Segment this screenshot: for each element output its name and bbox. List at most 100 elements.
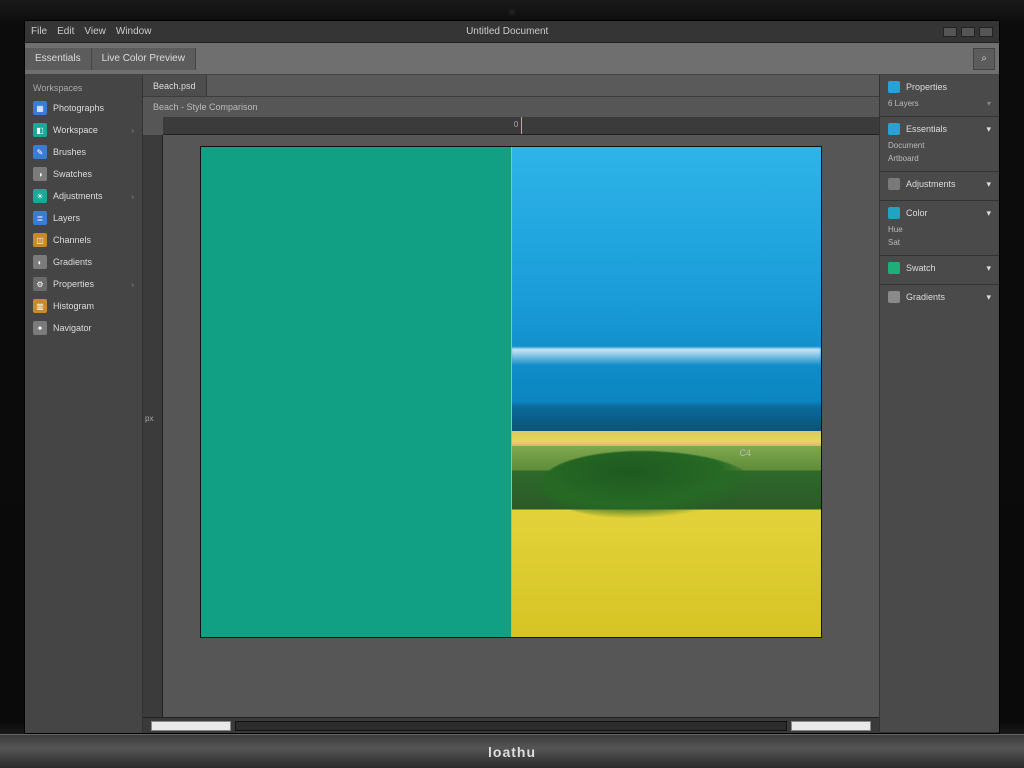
document-tabs: Beach.psd: [143, 75, 879, 97]
compare-pane-left[interactable]: [201, 147, 511, 637]
chevron-down-icon[interactable]: ▾: [986, 124, 991, 135]
panel-title-label: Adjustments: [906, 179, 956, 189]
horizontal-scrollbar[interactable]: [143, 717, 879, 733]
chevron-right-icon: ›: [131, 280, 134, 289]
panel-essentials[interactable]: Essentials ▾ Document Artboard: [880, 117, 999, 172]
swatch-icon: ◑: [33, 167, 47, 181]
search-icon[interactable]: ⌕: [973, 48, 995, 70]
window-controls: [943, 27, 993, 37]
ruler-tick-center: 0: [514, 120, 518, 129]
adjust-icon: [888, 178, 900, 190]
gradient-icon: [888, 291, 900, 303]
sidebar-item-swatches[interactable]: ◑ Swatches: [25, 163, 142, 185]
panel-row[interactable]: Document: [888, 139, 991, 152]
properties-icon: [888, 81, 900, 93]
sidebar-item-label: Workspace: [53, 125, 98, 135]
sidebar-item-label: Photographs: [53, 103, 104, 113]
color-icon: [888, 207, 900, 219]
properties-icon: ⚙: [33, 277, 47, 291]
sidebar-item-label: Properties: [53, 279, 94, 289]
sidebar-item-navigator[interactable]: ✦Navigator: [25, 317, 142, 339]
app-window: File Edit View Window Untitled Document …: [24, 20, 1000, 734]
swatch-icon: [888, 262, 900, 274]
scroll-track[interactable]: [235, 721, 787, 731]
sidebar-item-photographs[interactable]: ▦ Photographs: [25, 97, 142, 119]
brush-icon: ✎: [33, 145, 47, 159]
sidebar-item-layers[interactable]: ≣Layers: [25, 207, 142, 229]
guide-label: C4: [739, 448, 751, 458]
panel-row[interactable]: Hue: [888, 223, 991, 236]
window-title: Untitled Document: [85, 26, 929, 37]
chevron-down-icon[interactable]: ▾: [986, 179, 991, 190]
sidebar-item-histogram[interactable]: ▥ Histogram: [25, 295, 142, 317]
panel-color[interactable]: Color ▾ Hue Sat: [880, 201, 999, 256]
sidebar-item-gradients[interactable]: ◐ Gradients: [25, 251, 142, 273]
menu-edit[interactable]: Edit: [57, 26, 74, 37]
workspace-tab-preview[interactable]: Live Color Preview: [92, 48, 196, 70]
left-sidebar: Workspaces ▦Photographs ◧Workspace› ✎Bru…: [25, 75, 143, 733]
ruler-unit-label: px: [145, 414, 153, 423]
toolbar: Essentials Live Color Preview ⌕: [25, 43, 999, 75]
sidebar-item-workspace[interactable]: ◧ Workspace ›: [25, 119, 142, 141]
navigator-icon: ✦: [33, 321, 47, 335]
panel-title-label: Color: [906, 208, 928, 218]
sidebar-item-label: Swatches: [53, 169, 92, 179]
laptop-brand: loathu: [0, 734, 1024, 768]
scroll-thumb-right[interactable]: [791, 721, 871, 731]
workspace-icon: ◧: [33, 123, 47, 137]
panel-meta-row: 6 Layers ▾: [888, 97, 991, 110]
sidebar-item-label: Histogram: [53, 301, 94, 311]
panel-meta-label: 6 Layers: [888, 99, 919, 108]
chevron-down-icon[interactable]: ▾: [987, 99, 991, 108]
workspace: Beach.psd Beach - Style Comparison 0 px: [143, 75, 879, 733]
compare-pane-right[interactable]: [511, 147, 821, 637]
panel-swatch[interactable]: Swatch ▾: [880, 256, 999, 285]
sidebar-item-label: Brushes: [53, 147, 86, 157]
sidebar-item-label: Adjustments: [53, 191, 103, 201]
ruler-vertical[interactable]: px: [143, 135, 163, 717]
channels-icon: ◫: [33, 233, 47, 247]
panel-row[interactable]: Sat: [888, 236, 991, 249]
document-tab-active[interactable]: Beach.psd: [143, 75, 207, 96]
photo-icon: ▦: [33, 101, 47, 115]
minimize-button[interactable]: [943, 27, 957, 37]
chevron-down-icon[interactable]: ▾: [986, 263, 991, 274]
sidebar-item-adjustments[interactable]: ☀Adjustments›: [25, 185, 142, 207]
menu-file[interactable]: File: [31, 26, 47, 37]
maximize-button[interactable]: [961, 27, 975, 37]
essentials-icon: [888, 123, 900, 135]
panel-status-title: Properties: [888, 81, 991, 97]
scroll-thumb-left[interactable]: [151, 721, 231, 731]
workspace-tab-essentials[interactable]: Essentials: [25, 48, 92, 70]
sidebar-item-label: Gradients: [53, 257, 92, 267]
chevron-down-icon[interactable]: ▾: [986, 208, 991, 219]
panel-title-label: Gradients: [906, 292, 945, 302]
close-button[interactable]: [979, 27, 993, 37]
panel-adjustments[interactable]: Adjustments ▾: [880, 172, 999, 201]
gradient-icon: ◐: [33, 255, 47, 269]
artboard[interactable]: [201, 147, 821, 637]
panel-title-label: Swatch: [906, 263, 936, 273]
right-sidebar: Properties 6 Layers ▾ Essentials ▾ Docume…: [879, 75, 999, 733]
ruler-horizontal[interactable]: 0: [163, 117, 879, 135]
webcam-dot: [508, 8, 516, 16]
histogram-icon: ▥: [33, 299, 47, 313]
sidebar-item-channels[interactable]: ◫ Channels: [25, 229, 142, 251]
document-subheader: Beach - Style Comparison: [143, 97, 879, 117]
panel-row-label: Artboard: [888, 154, 919, 163]
panel-row[interactable]: Artboard: [888, 152, 991, 165]
split-divider[interactable]: [511, 147, 512, 637]
chevron-down-icon[interactable]: ▾: [986, 292, 991, 303]
menu-bar: File Edit View Window Untitled Document: [25, 21, 999, 43]
panel-gradients[interactable]: Gradients ▾: [880, 285, 999, 733]
chevron-right-icon: ›: [131, 126, 134, 135]
panel-row-label: Sat: [888, 238, 900, 247]
sidebar-item-brushes[interactable]: ✎ Brushes: [25, 141, 142, 163]
sidebar-item-label: Layers: [53, 213, 80, 223]
panel-status: Properties 6 Layers ▾: [880, 75, 999, 117]
app-body: Workspaces ▦Photographs ◧Workspace› ✎Bru…: [25, 75, 999, 733]
panel-title-label: Essentials: [906, 124, 947, 134]
sidebar-item-label: Channels: [53, 235, 91, 245]
sidebar-item-properties[interactable]: ⚙ Properties ›: [25, 273, 142, 295]
chevron-right-icon: ›: [131, 192, 134, 201]
